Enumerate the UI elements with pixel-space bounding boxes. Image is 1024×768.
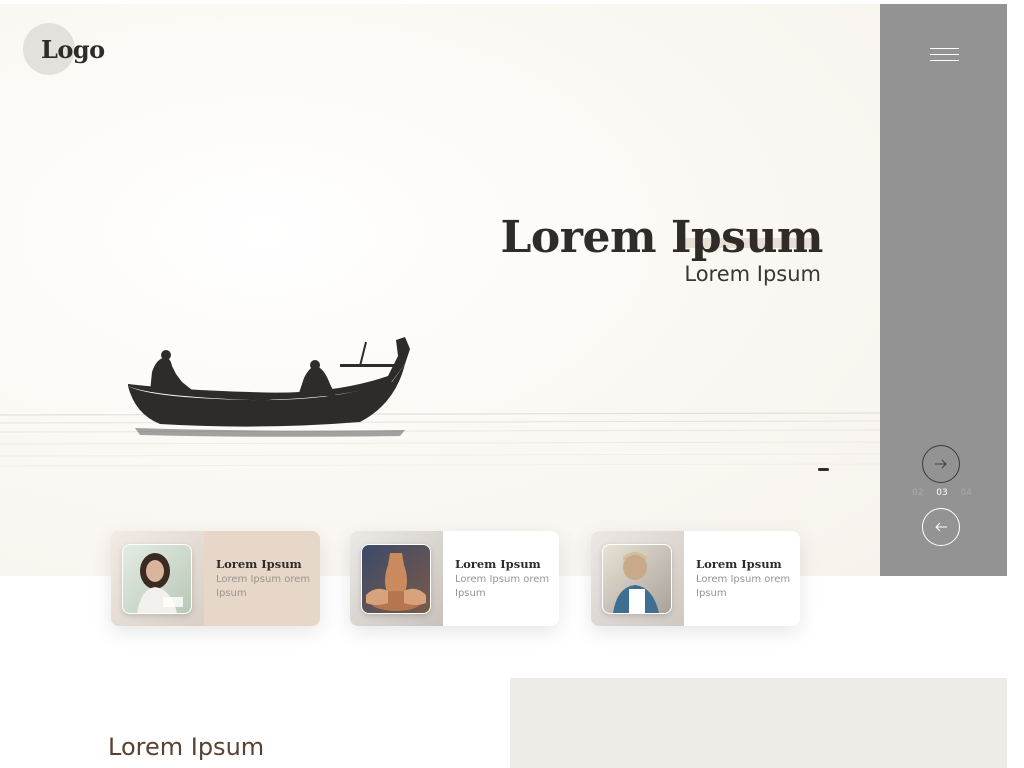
hero-title: Lorem Ipsum [500, 212, 823, 263]
card-thumbnail [111, 531, 204, 626]
hamburger-line [930, 54, 959, 55]
arrow-left-icon [935, 522, 947, 532]
hero-subtitle: Lorem Ipsum [684, 262, 821, 286]
person-icon [613, 552, 659, 613]
prev-slide-button[interactable] [922, 508, 960, 546]
menu-button[interactable] [930, 46, 960, 64]
next-slide-button[interactable] [922, 445, 960, 483]
card-photo-pottery [361, 544, 431, 614]
feature-card[interactable]: Lorem Ipsum Lorem Ipsum orem Ipsum [111, 531, 320, 626]
distant-object [818, 468, 829, 471]
feature-card[interactable]: Lorem Ipsum Lorem Ipsum orem Ipsum [350, 531, 559, 626]
pager-number-current[interactable]: 03 [936, 488, 947, 498]
boat-silhouette [128, 337, 410, 427]
card-title: Lorem Ipsum [455, 557, 541, 571]
hamburger-menu-icon [930, 48, 959, 49]
section-image-placeholder [510, 678, 1007, 768]
card-text: Lorem Ipsum orem Ipsum [216, 574, 311, 599]
boat-reflection [135, 428, 405, 437]
arrow-right-icon [935, 459, 947, 469]
slide-pager: 02 03 04 [912, 488, 972, 498]
feature-card[interactable]: Lorem Ipsum Lorem Ipsum orem Ipsum [591, 531, 800, 626]
pager-number[interactable]: 02 [912, 488, 923, 498]
pager-number[interactable]: 04 [961, 488, 972, 498]
logo[interactable]: Logo [23, 23, 123, 75]
side-panel: 02 03 04 [880, 4, 1007, 576]
hamburger-line [930, 60, 959, 61]
logo-text: Logo [41, 35, 105, 64]
card-title: Lorem Ipsum [216, 557, 302, 571]
section-title: Lorem Ipsum [108, 733, 265, 761]
card-thumbnail [350, 531, 443, 626]
water-lines [0, 412, 880, 467]
hero-image-boat [0, 337, 880, 471]
hero-section: Logo Lorem Ipsum Lorem Ipsum [0, 4, 880, 576]
card-photo-man [602, 544, 672, 614]
person-icon [137, 553, 183, 613]
card-text: Lorem Ipsum orem Ipsum [696, 574, 791, 599]
card-text: Lorem Ipsum orem Ipsum [455, 574, 550, 599]
card-title: Lorem Ipsum [696, 557, 782, 571]
card-thumbnail [591, 531, 684, 626]
pottery-icon [366, 553, 426, 611]
card-photo-woman [122, 544, 192, 614]
